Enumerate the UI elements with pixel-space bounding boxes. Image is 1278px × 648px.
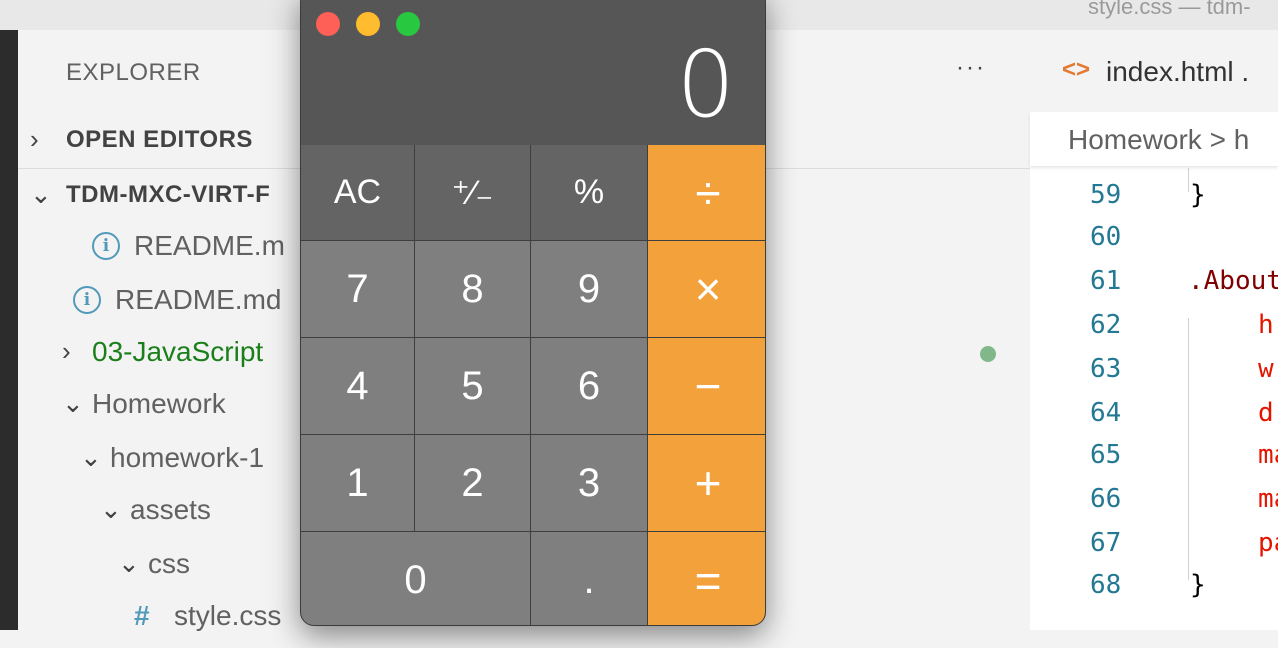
digit-7-button[interactable]: 7 <box>301 241 414 337</box>
tree-item-label: assets <box>130 493 211 525</box>
tree-item-03-javascript[interactable]: › 03-JavaScript <box>62 334 263 384</box>
calculator-window[interactable]: 0 AC ⁺∕₋ % ÷ 7 8 9 × 4 5 6 − 1 2 3 + 0 .… <box>300 0 766 626</box>
code-line: 65 ma <box>1030 440 1278 480</box>
tree-item-label: Homework <box>92 387 226 419</box>
code-line: 67 pa <box>1030 528 1278 568</box>
equals-button[interactable]: = <box>648 532 765 625</box>
digit-2-button[interactable]: 2 <box>415 435 530 531</box>
chevron-down-icon: ⌄ <box>100 494 122 525</box>
tree-item-css[interactable]: ⌄ css <box>118 546 190 596</box>
breadcrumb[interactable]: Homework > h <box>1030 112 1278 166</box>
digit-1-button[interactable]: 1 <box>301 435 414 531</box>
chevron-down-icon: ⌄ <box>30 179 52 209</box>
tree-item-label: README.m <box>134 229 285 261</box>
info-icon: i <box>92 231 120 260</box>
display-value: 0 <box>676 31 735 138</box>
code-line: 68} <box>1030 570 1278 610</box>
line-number: 67 <box>1090 528 1122 558</box>
calculator-display: 0 <box>301 0 765 145</box>
css-hash-icon: # <box>134 599 150 631</box>
chevron-down-icon: ⌄ <box>80 442 102 473</box>
tree-item-readme[interactable]: i README.md <box>73 282 281 332</box>
code-line: 66 ma <box>1030 484 1278 524</box>
chevron-down-icon: ⌄ <box>118 548 140 579</box>
line-number: 62 <box>1090 310 1122 340</box>
line-number: 66 <box>1090 484 1122 514</box>
digit-0-button[interactable]: 0 <box>301 532 530 625</box>
info-icon: i <box>73 285 101 314</box>
chevron-right-icon: › <box>30 124 39 154</box>
code-editor[interactable]: <> index.html . Homework > h 58d59}6061.… <box>1030 30 1278 630</box>
close-window-button[interactable] <box>316 12 340 36</box>
decimal-button[interactable]: . <box>531 532 647 625</box>
window-title: style.css — tdm- <box>1088 0 1251 19</box>
tree-item-assets[interactable]: ⌄ assets <box>100 492 211 542</box>
multiply-button[interactable]: × <box>648 241 765 337</box>
code-text: w <box>1258 354 1274 384</box>
code-text: ma <box>1258 484 1278 514</box>
open-editors-label: OPEN EDITORS <box>66 126 253 153</box>
tree-item-style-css[interactable]: # style.css <box>134 598 281 648</box>
calculator-keypad: AC ⁺∕₋ % ÷ 7 8 9 × 4 5 6 − 1 2 3 + 0 . = <box>301 145 765 625</box>
more-actions-icon[interactable]: ··· <box>956 54 986 82</box>
clear-button[interactable]: AC <box>301 145 414 240</box>
code-text: h <box>1258 310 1274 340</box>
digit-5-button[interactable]: 5 <box>415 338 530 434</box>
explorer-title: EXPLORER <box>66 59 201 86</box>
digit-4-button[interactable]: 4 <box>301 338 414 434</box>
tree-item-label: README.md <box>115 283 282 315</box>
code-line: 60 <box>1030 222 1278 262</box>
tree-item-readme-nested[interactable]: i README.m <box>92 228 285 278</box>
code-line: 62 h <box>1030 310 1278 350</box>
tree-item-label: homework-1 <box>110 441 265 473</box>
tree-item-homework[interactable]: ⌄ Homework <box>62 386 226 436</box>
line-number: 68 <box>1090 570 1122 600</box>
line-number: 63 <box>1090 354 1122 384</box>
code-text: ma <box>1258 440 1278 470</box>
line-number: 64 <box>1090 398 1122 428</box>
tree-item-label: style.css <box>174 599 282 631</box>
code-line: 63 w <box>1030 354 1278 394</box>
line-number: 65 <box>1090 440 1122 470</box>
code-line: 59} <box>1030 180 1278 220</box>
code-text: pa <box>1258 528 1278 558</box>
plus-minus-button[interactable]: ⁺∕₋ <box>415 145 530 240</box>
code-text: } <box>1190 180 1206 210</box>
modified-dot-icon <box>980 346 996 362</box>
percent-button[interactable]: % <box>531 145 647 240</box>
code-line: 61 .About <box>1030 266 1278 306</box>
digit-3-button[interactable]: 3 <box>531 435 647 531</box>
zoom-window-button[interactable] <box>396 12 420 36</box>
line-number: 59 <box>1090 180 1122 210</box>
activity-bar <box>0 30 18 630</box>
subtract-button[interactable]: − <box>648 338 765 434</box>
chevron-down-icon: ⌄ <box>62 388 84 419</box>
digit-8-button[interactable]: 8 <box>415 241 530 337</box>
line-number: 60 <box>1090 222 1122 252</box>
digit-9-button[interactable]: 9 <box>531 241 647 337</box>
breadcrumb-text: Homework > h <box>1068 124 1250 155</box>
divide-button[interactable]: ÷ <box>648 145 765 240</box>
minimize-window-button[interactable] <box>356 12 380 36</box>
workspace-label: TDM-MXC-VIRT-F <box>66 181 271 208</box>
indent-guide <box>1188 168 1189 192</box>
indent-guide <box>1188 318 1189 580</box>
digit-6-button[interactable]: 6 <box>531 338 647 434</box>
code-text: .About <box>1188 266 1278 296</box>
line-number: 61 <box>1090 266 1122 296</box>
tree-item-label: css <box>148 547 190 579</box>
code-text: d <box>1258 398 1274 428</box>
code-icon: <> <box>1062 56 1091 83</box>
code-text: } <box>1190 570 1206 600</box>
add-button[interactable]: + <box>648 435 765 531</box>
code-line: 64 d <box>1030 398 1278 438</box>
tab-index-html[interactable]: index.html . <box>1106 56 1249 88</box>
tree-item-label: 03-JavaScript <box>92 335 264 367</box>
chevron-right-icon: › <box>62 336 71 367</box>
tree-item-homework-1[interactable]: ⌄ homework-1 <box>80 440 264 490</box>
editor-tabstrip: <> index.html . <box>1030 30 1278 112</box>
